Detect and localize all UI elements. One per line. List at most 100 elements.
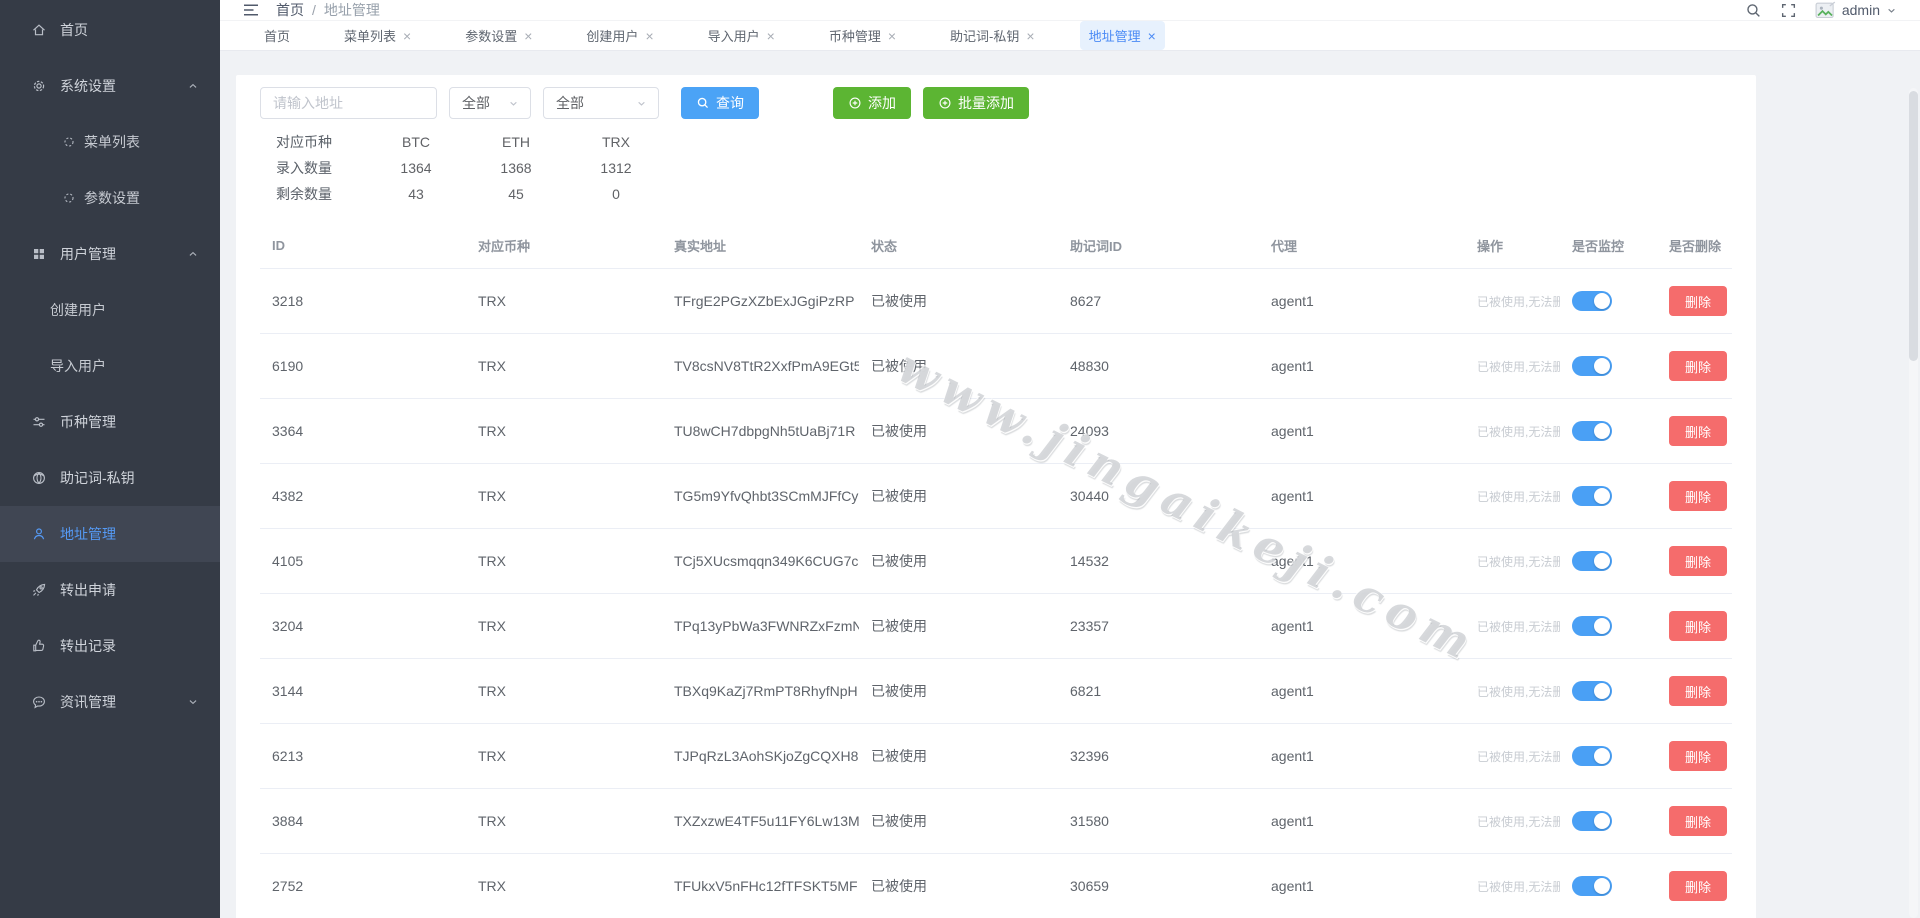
fullscreen-icon[interactable]	[1780, 2, 1797, 19]
username-label: admin	[1841, 2, 1880, 18]
tab-8[interactable]: 地址管理 ×	[1079, 21, 1165, 50]
sidebar-item-3[interactable]: 菜单列表	[0, 114, 220, 170]
sidebar-item-9[interactable]: 助记词-私钥	[0, 450, 220, 506]
delete-button[interactable]: 删除	[1669, 806, 1727, 836]
table-header-cell: 代理	[1271, 239, 1298, 254]
address-table: ID 对应币种 真实地址 状态 助记词ID 代理 操作 是否监控 是否删除 3218 TRX TFrg…	[260, 223, 1732, 918]
sidebar-item-1[interactable]: 首页	[0, 2, 220, 58]
close-icon[interactable]: ×	[403, 29, 411, 43]
monitor-toggle[interactable]	[1572, 876, 1612, 896]
cell-operation: 已被使用,无法删除	[1465, 293, 1560, 310]
tab-label: 参数设置	[465, 29, 518, 44]
table-header-cell: 状态	[871, 239, 898, 254]
delete-button[interactable]: 删除	[1669, 286, 1727, 316]
close-icon[interactable]: ×	[1148, 29, 1156, 43]
monitor-toggle[interactable]	[1572, 421, 1612, 441]
add-button[interactable]: 添加	[833, 87, 911, 119]
close-icon[interactable]: ×	[1026, 29, 1034, 43]
delete-button[interactable]: 删除	[1669, 871, 1727, 901]
delete-button[interactable]: 删除	[1669, 546, 1727, 576]
chevron-down-icon	[635, 97, 648, 110]
toggle-knob	[1594, 358, 1610, 374]
cell-agent: agent1	[1271, 878, 1314, 894]
cell-agent: agent1	[1271, 358, 1314, 374]
delete-button[interactable]: 删除	[1669, 611, 1727, 641]
coin-filter-select[interactable]: 全部	[449, 87, 531, 119]
sidebar-item-5[interactable]: 用户管理	[0, 226, 220, 282]
content-area: 全部 全部 查询	[220, 51, 1920, 918]
cell-status: 已被使用	[871, 813, 927, 829]
sidebar-item-2[interactable]: 系统设置	[0, 58, 220, 114]
avatar	[1815, 1, 1837, 20]
cell-delete: 删除	[1657, 286, 1732, 316]
cell-delete: 删除	[1657, 351, 1732, 381]
sidebar-item-label: 用户管理	[60, 246, 116, 262]
cell-address: TBXq9KaZj7RmPT8RhyfNpH	[674, 683, 858, 699]
delete-button[interactable]: 删除	[1669, 416, 1727, 446]
monitor-toggle[interactable]	[1572, 486, 1612, 506]
delete-button[interactable]: 删除	[1669, 676, 1727, 706]
close-icon[interactable]: ×	[524, 29, 532, 43]
stats-row: 录入数量 1364 1368 1312	[276, 155, 1732, 181]
cell-operation: 已被使用,无法删除	[1465, 423, 1560, 440]
tab-5[interactable]: 导入用户 ×	[699, 21, 784, 50]
monitor-toggle[interactable]	[1572, 356, 1612, 376]
status-filter-select[interactable]: 全部	[543, 87, 659, 119]
scrollbar-thumb[interactable]	[1909, 91, 1918, 361]
sidebar-item-12[interactable]: 转出记录	[0, 618, 220, 674]
operation-note: 已被使用,无法删除	[1477, 619, 1560, 634]
tab-2[interactable]: 菜单列表 ×	[335, 21, 420, 50]
sidebar-item-4[interactable]: 参数设置	[0, 170, 220, 226]
query-button[interactable]: 查询	[681, 87, 759, 119]
sidebar-item-13[interactable]: 资讯管理	[0, 674, 220, 730]
close-icon[interactable]: ×	[767, 29, 775, 43]
tab-4[interactable]: 创建用户 ×	[577, 21, 662, 50]
address-search-input[interactable]	[260, 87, 437, 119]
sidebar-item-10[interactable]: 地址管理	[0, 506, 220, 562]
user-icon	[31, 526, 47, 542]
cell-delete: 删除	[1657, 546, 1732, 576]
tab-6[interactable]: 币种管理 ×	[820, 21, 905, 50]
sidebar-item-label: 菜单列表	[84, 134, 140, 150]
tab-7[interactable]: 助记词-私钥 ×	[941, 21, 1044, 50]
tab-label: 币种管理	[828, 29, 881, 44]
cell-mnemonic-id: 23357	[1070, 618, 1109, 634]
cell-status: 已被使用	[871, 293, 927, 309]
cell-status: 已被使用	[871, 358, 927, 374]
tab-3[interactable]: 参数设置 ×	[456, 21, 541, 50]
chevron-up-icon	[186, 247, 200, 261]
sidebar-item-11[interactable]: 转出申请	[0, 562, 220, 618]
cell-status: 已被使用	[871, 683, 927, 699]
cell-monitor	[1560, 486, 1657, 506]
delete-button[interactable]: 删除	[1669, 741, 1727, 771]
search-icon	[696, 96, 710, 110]
sidebar-item-7[interactable]: 导入用户	[0, 338, 220, 394]
delete-button[interactable]: 删除	[1669, 351, 1727, 381]
user-menu[interactable]: admin	[1815, 1, 1898, 20]
close-icon[interactable]: ×	[888, 29, 896, 43]
cell-agent: agent1	[1271, 553, 1314, 569]
close-icon[interactable]: ×	[645, 29, 653, 43]
breadcrumb-home[interactable]: 首页	[276, 0, 304, 20]
monitor-toggle[interactable]	[1572, 746, 1612, 766]
stats-row-label: 录入数量	[276, 160, 332, 176]
monitor-toggle[interactable]	[1572, 616, 1612, 636]
monitor-toggle[interactable]	[1572, 551, 1612, 571]
monitor-toggle[interactable]	[1572, 811, 1612, 831]
tab-1[interactable]: 首页	[255, 21, 299, 50]
sidebar-item-6[interactable]: 创建用户	[0, 282, 220, 338]
sidebar-item-label: 币种管理	[60, 414, 116, 430]
delete-button[interactable]: 删除	[1669, 481, 1727, 511]
monitor-toggle[interactable]	[1572, 681, 1612, 701]
search-icon[interactable]	[1745, 2, 1762, 19]
batch-add-button[interactable]: 批量添加	[923, 87, 1029, 119]
rocket-icon	[31, 582, 47, 598]
sidebar-item-8[interactable]: 币种管理	[0, 394, 220, 450]
menu-collapse-icon[interactable]	[242, 2, 260, 18]
monitor-toggle[interactable]	[1572, 291, 1612, 311]
cell-coin: TRX	[478, 878, 506, 894]
loader-icon	[62, 135, 76, 149]
table-row: 6213 TRX TJPqRzL3AohSKjoZgCQXH8 已被使用 32396 ag…	[260, 724, 1732, 789]
breadcrumb: 首页 / 地址管理	[276, 0, 380, 20]
grid-icon	[31, 246, 47, 262]
